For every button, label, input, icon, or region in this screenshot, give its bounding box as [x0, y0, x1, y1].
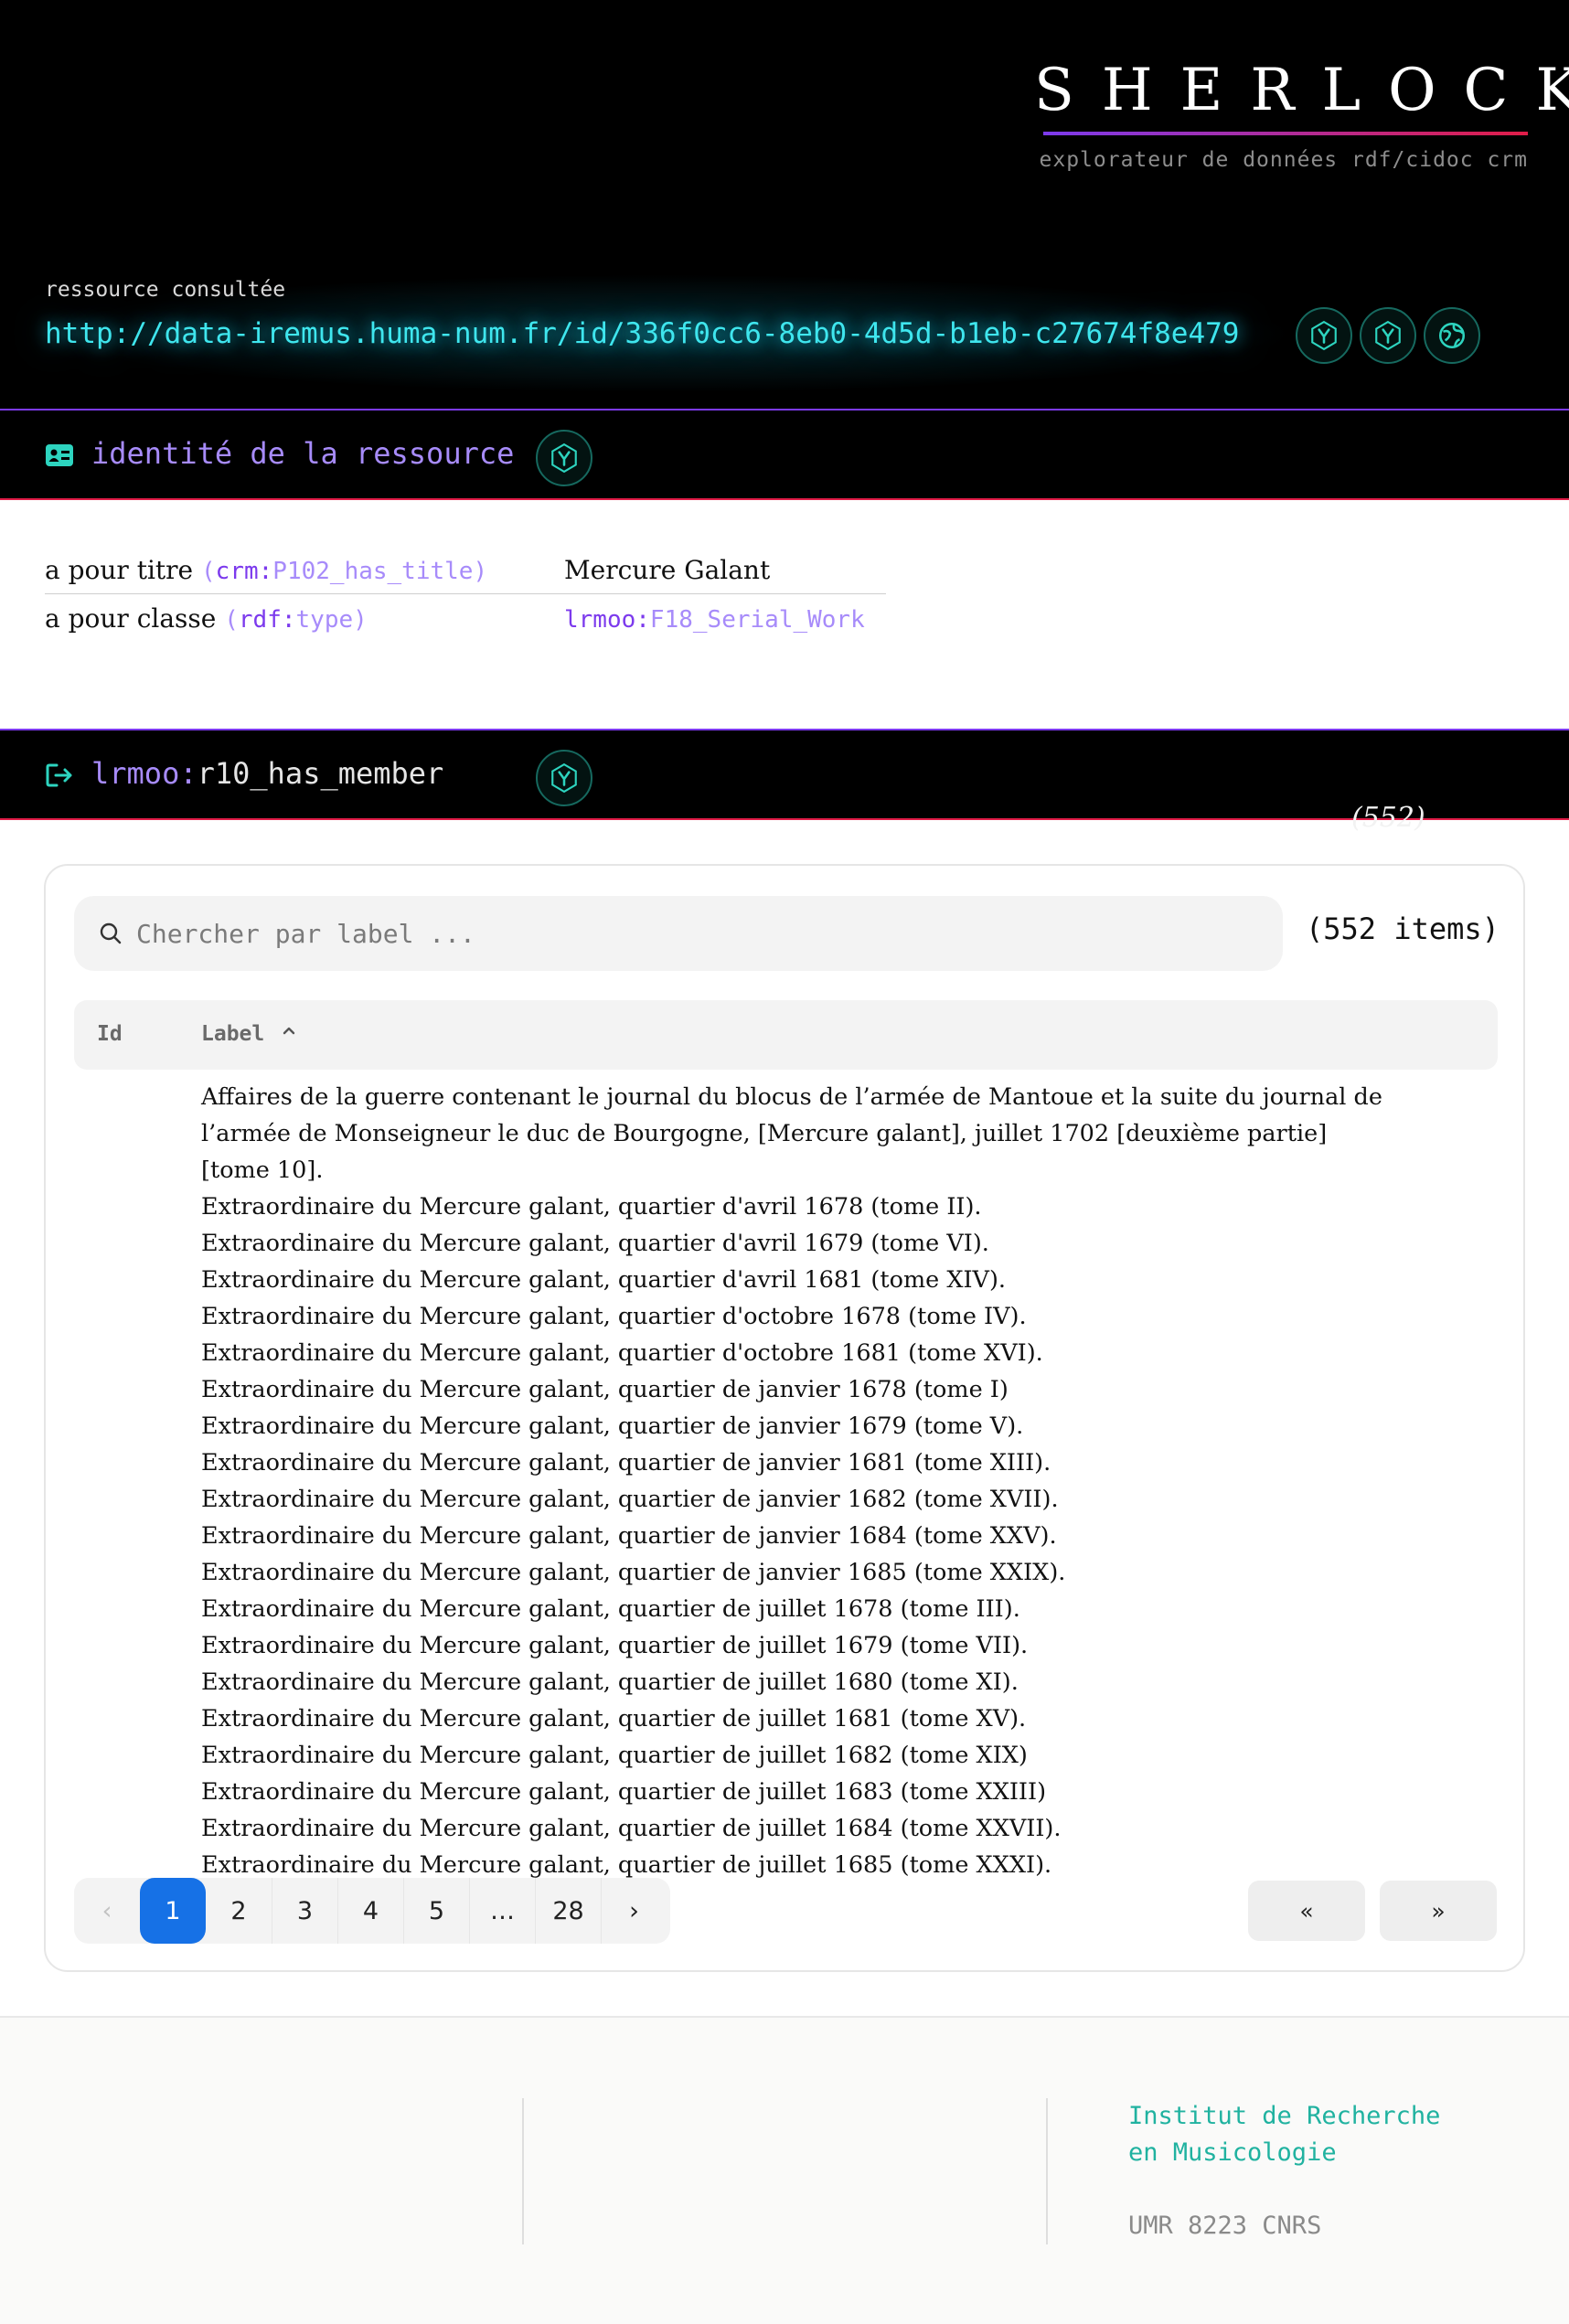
footer: Institut de Recherche en Musicologie UMR… [0, 2016, 1569, 2324]
identity-row-title: a pour titre (crm:P102_has_title) Mercur… [45, 547, 886, 594]
institute-line: en Musicologie [1128, 2138, 1337, 2167]
yasgui-icon[interactable] [536, 430, 592, 486]
yasgui-icon[interactable] [1296, 307, 1352, 364]
logo[interactable]: SHERLOCK explorateur de données rdf/cido… [1034, 57, 1569, 172]
logo-subtitle: explorateur de données rdf/cidoc crm [1039, 148, 1528, 172]
umr-label: UMR 8223 CNRS [1128, 2212, 1322, 2240]
table-row[interactable]: Extraordinaire du Mercure galant, quarti… [201, 1664, 1390, 1700]
page-ellipsis: … [469, 1878, 535, 1944]
yasgui-icon[interactable] [536, 750, 592, 806]
members-count: (552) [1351, 802, 1425, 834]
header: SHERLOCK explorateur de données rdf/cido… [0, 0, 1569, 411]
table-row[interactable]: Extraordinaire du Mercure galant, quarti… [201, 1627, 1390, 1664]
table-row[interactable]: Extraordinaire du Mercure galant, quarti… [201, 1591, 1390, 1627]
search-box [74, 896, 1283, 971]
predicate-label: a pour classe [45, 602, 217, 634]
sort-ascending-icon[interactable] [281, 1022, 297, 1039]
items-count: (552 items) [1306, 911, 1500, 946]
identity-row-class: a pour classe (rdf:type) lrmoo:F18_Seria… [45, 594, 886, 642]
page-button-28[interactable]: 28 [535, 1878, 601, 1944]
identity-table: a pour titre (crm:P102_has_title) Mercur… [45, 547, 886, 642]
members-predicate: r10_has_member [197, 756, 444, 791]
column-header-id[interactable]: Id [97, 1022, 123, 1046]
table-row[interactable]: Extraordinaire du Mercure galant, quarti… [201, 1371, 1390, 1408]
predicate-prefix[interactable]: crm: [216, 558, 273, 585]
members-panel: (552 items) Id Label Affaires de la guer… [44, 864, 1525, 1972]
identity-title: identité de la ressource [91, 436, 515, 471]
logo-underline [1043, 132, 1528, 135]
title-value: Mercure Galant [564, 555, 771, 585]
last-page-button[interactable]: » [1380, 1881, 1497, 1941]
logout-icon [46, 763, 72, 787]
table-body: Affaires de la guerre contenant le journ… [201, 1079, 1390, 1883]
table-row[interactable]: Extraordinaire du Mercure galant, quarti… [201, 1335, 1390, 1371]
table-row[interactable]: Extraordinaire du Mercure galant, quarti… [201, 1518, 1390, 1554]
column-header-label[interactable]: Label [201, 1022, 264, 1046]
table-row[interactable]: Extraordinaire du Mercure galant, quarti… [201, 1774, 1390, 1810]
class-prefix: lrmoo: [564, 605, 650, 634]
identity-section-bar: identité de la ressource [0, 409, 1569, 500]
table-row[interactable]: Affaires de la guerre contenant le journ… [201, 1079, 1390, 1189]
search-icon [100, 922, 122, 944]
table-row[interactable]: Extraordinaire du Mercure galant, quarti… [201, 1225, 1390, 1262]
predicate-local[interactable]: P102_has_title [272, 558, 473, 585]
footer-divider [1046, 2098, 1048, 2244]
page-button-4[interactable]: 4 [337, 1878, 403, 1944]
paren: ( [224, 605, 239, 634]
members-section-bar: lrmoo:r10_has_member (552) [0, 729, 1569, 834]
predicate-prefix[interactable]: rdf: [239, 606, 296, 634]
table-row[interactable]: Extraordinaire du Mercure galant, quarti… [201, 1810, 1390, 1847]
paren: ) [353, 605, 368, 634]
predicate-cell: a pour classe (rdf:type) [45, 603, 564, 634]
previous-page-button[interactable]: ‹ [74, 1878, 140, 1944]
members-prefix: lrmoo: [91, 756, 197, 791]
table-row[interactable]: Extraordinaire du Mercure galant, quarti… [201, 1408, 1390, 1445]
table-row[interactable]: Extraordinaire du Mercure galant, quarti… [201, 1700, 1390, 1737]
page-button-1[interactable]: 1 [140, 1878, 206, 1944]
id-card-icon [46, 444, 73, 466]
yasgui-icon[interactable] [1360, 307, 1416, 364]
class-local: F18_Serial_Work [649, 605, 865, 634]
table-row[interactable]: Extraordinaire du Mercure galant, quarti… [201, 1445, 1390, 1481]
first-page-button[interactable]: « [1248, 1881, 1365, 1941]
table-row[interactable]: Extraordinaire du Mercure galant, quarti… [201, 1262, 1390, 1298]
predicate-label: a pour titre [45, 555, 194, 585]
paren: ( [201, 558, 216, 585]
table-row[interactable]: Extraordinaire du Mercure galant, quarti… [201, 1481, 1390, 1518]
page-button-2[interactable]: 2 [206, 1878, 272, 1944]
page-button-5[interactable]: 5 [403, 1878, 469, 1944]
next-page-button[interactable]: › [601, 1878, 667, 1944]
predicate-local[interactable]: type [296, 606, 354, 634]
search-input[interactable] [136, 918, 1233, 949]
institute-link[interactable]: Institut de Recherche en Musicologie [1128, 2098, 1440, 2171]
table-row[interactable]: Extraordinaire du Mercure galant, quarti… [201, 1554, 1390, 1591]
institute-line: Institut de Recherche [1128, 2102, 1441, 2130]
table-header: Id Label [74, 1000, 1498, 1070]
logo-title: SHERLOCK [1034, 57, 1569, 124]
page-button-3[interactable]: 3 [272, 1878, 337, 1944]
table-row[interactable]: Extraordinaire du Mercure galant, quarti… [201, 1737, 1390, 1774]
resource-url[interactable]: http://data-iremus.huma-num.fr/id/336f0c… [45, 317, 1239, 350]
table-row[interactable]: Extraordinaire du Mercure galant, quarti… [201, 1189, 1390, 1225]
members-title: lrmoo:r10_has_member (552) [91, 756, 1425, 834]
class-value[interactable]: lrmoo:F18_Serial_Work [564, 603, 865, 634]
footer-divider [522, 2098, 524, 2244]
table-row[interactable]: Extraordinaire du Mercure galant, quarti… [201, 1298, 1390, 1335]
paren: ) [473, 558, 488, 585]
predicate-cell: a pour titre (crm:P102_has_title) [45, 555, 564, 585]
pagination: ‹ 1 2 3 4 5 … 28 › [74, 1878, 670, 1944]
globe-icon[interactable] [1424, 307, 1480, 364]
resource-label: ressource consultée [45, 278, 286, 302]
